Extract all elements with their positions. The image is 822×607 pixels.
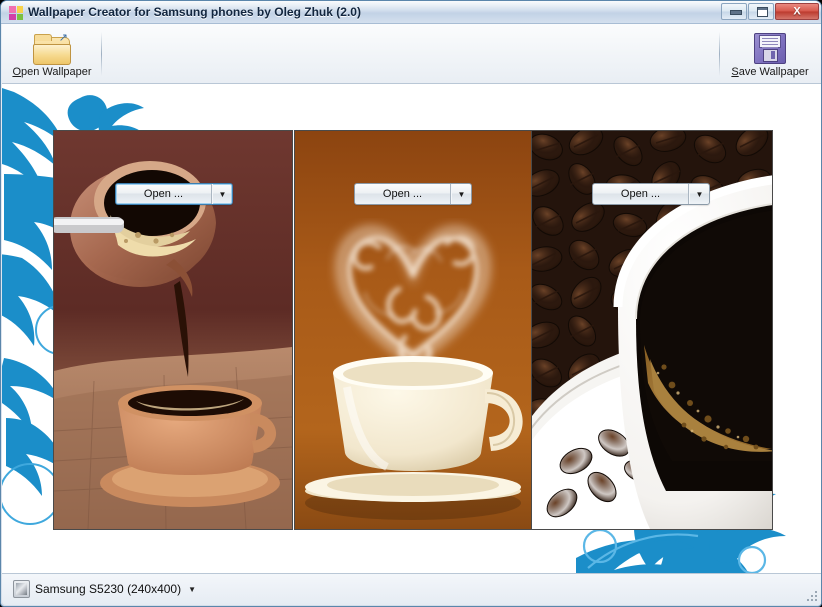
toolbar-separator-right <box>719 32 720 76</box>
open-button-panel-2[interactable]: Open ... ▼ <box>354 183 472 205</box>
save-wallpaper-label: Save Wallpaper <box>731 66 809 78</box>
title-bar: Wallpaper Creator for Samsung phones by … <box>1 1 821 24</box>
toolbar-separator-left <box>101 32 102 76</box>
device-model-dropdown[interactable]: Samsung S5230 (240x400) ▼ <box>10 578 202 600</box>
maximize-icon <box>757 7 768 17</box>
chevron-down-icon: ▼ <box>188 584 197 594</box>
status-bar: Samsung S5230 (240x400) ▼ <box>2 573 821 605</box>
window-title: Wallpaper Creator for Samsung phones by … <box>28 5 361 19</box>
toolbar: ↗ Open Wallpaper Save Wallpaper <box>2 24 821 84</box>
phone-icon <box>13 580 30 598</box>
open-button-panel-2-label[interactable]: Open ... <box>355 184 451 204</box>
window-controls: X <box>721 3 819 20</box>
close-icon: X <box>793 5 801 17</box>
open-folder-icon: ↗ <box>33 33 71 65</box>
app-icon <box>9 6 23 20</box>
open-button-panel-1[interactable]: Open ... ▼ <box>115 183 233 205</box>
resize-grip[interactable] <box>807 591 819 603</box>
open-button-panel-3-label[interactable]: Open ... <box>593 184 689 204</box>
minimize-icon <box>730 10 742 15</box>
close-button[interactable]: X <box>775 3 819 20</box>
open-wallpaper-button[interactable]: ↗ Open Wallpaper <box>6 27 98 81</box>
open-button-panel-3-dropdown[interactable]: ▼ <box>689 184 709 204</box>
device-model-label: Samsung S5230 (240x400) <box>35 582 182 596</box>
open-button-panel-3[interactable]: Open ... ▼ <box>592 183 710 205</box>
open-button-panel-1-label[interactable]: Open ... <box>116 184 212 204</box>
open-button-panel-1-dropdown[interactable]: ▼ <box>212 184 232 204</box>
open-wallpaper-label: Open Wallpaper <box>12 66 92 78</box>
minimize-button[interactable] <box>721 3 747 20</box>
maximize-button[interactable] <box>748 3 774 20</box>
save-wallpaper-button[interactable]: Save Wallpaper <box>724 27 816 81</box>
application-window: Wallpaper Creator for Samsung phones by … <box>0 0 822 607</box>
open-button-panel-2-dropdown[interactable]: ▼ <box>451 184 471 204</box>
floppy-disk-icon <box>754 33 786 64</box>
wallpaper-canvas: Open ... ▼ Open ... ▼ Open ... ▼ <box>2 84 821 574</box>
